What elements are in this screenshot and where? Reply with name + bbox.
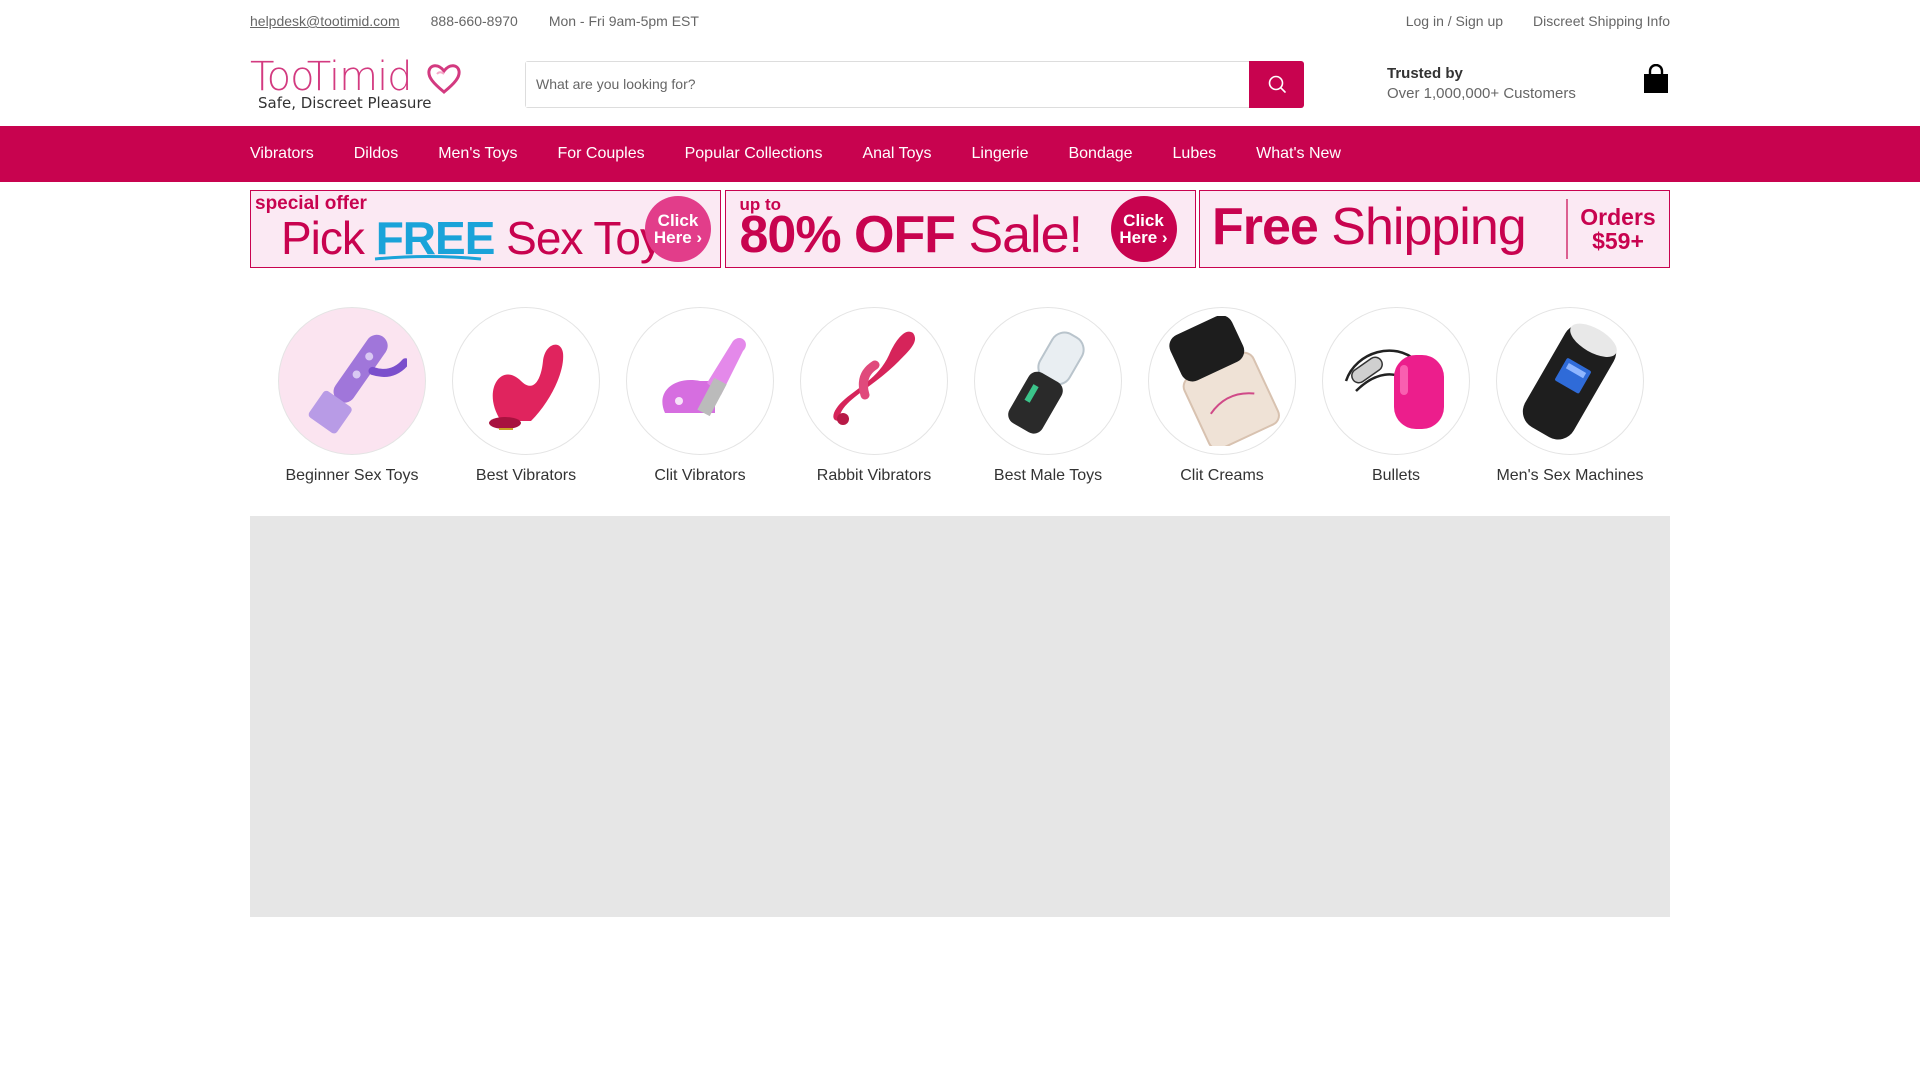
search-bar	[525, 60, 1304, 108]
category-beginner-sex-toys[interactable]: Beginner Sex Toys	[278, 307, 426, 487]
shopping-bag-icon	[1644, 63, 1668, 93]
promo-sale-click-here[interactable]: Click Here ›	[1110, 196, 1177, 262]
phone-link[interactable]: 888-660-8970	[431, 13, 518, 29]
promo-shipping-word: Shipping	[1317, 198, 1526, 256]
site-logo[interactable]: TooTimid Safe, Discreet Pleasure	[250, 54, 465, 114]
cart-button[interactable]	[1642, 63, 1670, 99]
promo-banners: special offer Pick FREE Sex Toy Click He…	[250, 190, 1670, 268]
purple-clit-vibrator-image	[662, 338, 746, 417]
promo-free-shipping-banner[interactable]: Free Shipping Orders $59+	[1199, 190, 1670, 268]
category-best-vibrators[interactable]: Best Vibrators	[452, 307, 600, 487]
category-label: Beginner Sex Toys	[285, 467, 419, 484]
category-image-circle[interactable]	[1496, 307, 1644, 455]
category-label: Men's Sex Machines	[1496, 467, 1644, 484]
purple-rabbit-vibrator-image	[308, 334, 407, 434]
login-link[interactable]: Log in / Sign up	[1406, 13, 1503, 29]
trust-line-1: Trusted by	[1387, 65, 1463, 82]
trust-line-2: Over 1,000,000+ Customers	[1387, 85, 1576, 102]
category-label: Clit Creams	[1180, 467, 1264, 484]
category-bullets[interactable]: Bullets	[1322, 307, 1470, 487]
pink-suction-vibrator-image	[489, 344, 564, 430]
search-icon	[1268, 75, 1286, 93]
category-clit-vibrators[interactable]: Clit Vibrators	[626, 307, 774, 487]
category-carousel: Beginner Sex Toys Best Vibrators Clit Vi…	[278, 307, 1670, 487]
heart-icon	[427, 64, 461, 94]
category-image-circle[interactable]	[278, 307, 426, 455]
cream-jar-image	[1169, 316, 1280, 446]
nav-item-mens-toys[interactable]: Men's Toys	[438, 145, 517, 163]
promo-shipping-threshold: Orders $59+	[1580, 204, 1656, 254]
category-label: Rabbit Vibrators	[816, 467, 932, 484]
shipping-info-link[interactable]: Discreet Shipping Info	[1533, 13, 1670, 29]
nav-item-anal-toys[interactable]: Anal Toys	[862, 145, 931, 163]
pink-bullet-image	[1344, 349, 1444, 429]
category-label: Bullets	[1371, 467, 1421, 484]
nav-item-lubes[interactable]: Lubes	[1173, 145, 1217, 163]
utility-bar: helpdesk@tootimid.com 888-660-8970 Mon -…	[250, 0, 1670, 42]
search-button[interactable]	[1249, 60, 1304, 108]
nav-item-lingerie[interactable]: Lingerie	[972, 145, 1029, 163]
main-content: special offer Pick FREE Sex Toy Click He…	[250, 190, 1670, 917]
category-label: Best Vibrators	[475, 467, 577, 484]
promo-shipping-headline: Free Shipping	[1212, 197, 1527, 257]
category-label: Best Male Toys	[993, 467, 1103, 484]
pink-rabbit-vibrator-image	[833, 331, 916, 425]
email-link[interactable]: helpdesk@tootimid.com	[250, 13, 400, 29]
promo-sale-banner[interactable]: up to 80% OFF Sale! Click Here ›	[724, 190, 1196, 268]
promo-shipping-free-word: Free	[1212, 198, 1319, 256]
business-hours: Mon - Fri 9am-5pm EST	[548, 13, 699, 29]
masturbator-cup-image	[1522, 323, 1617, 440]
category-image-circle[interactable]	[800, 307, 948, 455]
category-best-male-toys[interactable]: Best Male Toys	[974, 307, 1122, 487]
utility-left: helpdesk@tootimid.com 888-660-8970 Mon -…	[250, 13, 730, 29]
male-stroker-image	[1008, 331, 1085, 434]
trust-badge: Trusted by Over 1,000,000+ Customers	[1387, 64, 1617, 104]
promo-free-toy-pre: Pick	[281, 212, 376, 264]
category-image-circle[interactable]	[452, 307, 600, 455]
promo-free-toy-post: Sex Toy	[494, 212, 663, 264]
promo-sale-word: Sale!	[955, 206, 1083, 264]
nav-list: Vibrators Dildos Men's Toys For Couples …	[250, 126, 1670, 182]
utility-right: Log in / Sign up Discreet Shipping Info	[1376, 13, 1670, 29]
nav-item-whats-new[interactable]: What's New	[1256, 145, 1341, 163]
category-mens-sex-machines[interactable]: Men's Sex Machines	[1496, 307, 1644, 487]
logo-tagline: Safe, Discreet Pleasure	[258, 94, 432, 112]
nav-item-dildos[interactable]: Dildos	[354, 145, 398, 163]
main-nav: Vibrators Dildos Men's Toys For Couples …	[0, 126, 1920, 182]
category-image-circle[interactable]	[1322, 307, 1470, 455]
promo-sale-headline: 80% OFF Sale!	[739, 205, 1083, 265]
hero-banner-placeholder	[250, 516, 1670, 917]
site-header: TooTimid Safe, Discreet Pleasure Trusted…	[250, 42, 1670, 126]
category-image-circle[interactable]	[626, 307, 774, 455]
search-input[interactable]	[526, 61, 1249, 107]
promo-sale-percent: 80% OFF	[739, 206, 956, 264]
category-image-circle[interactable]	[974, 307, 1122, 455]
promo-free-toy-click-here[interactable]: Click Here ›	[645, 196, 711, 262]
nav-inner: Vibrators Dildos Men's Toys For Couples …	[250, 126, 1670, 182]
nav-item-for-couples[interactable]: For Couples	[557, 145, 644, 163]
category-label: Clit Vibrators	[654, 467, 746, 484]
category-rabbit-vibrators[interactable]: Rabbit Vibrators	[800, 307, 948, 487]
nav-item-vibrators[interactable]: Vibrators	[250, 145, 314, 163]
category-clit-creams[interactable]: Clit Creams	[1148, 307, 1296, 487]
free-underline-decoration	[374, 255, 482, 261]
nav-item-popular-collections[interactable]: Popular Collections	[685, 145, 823, 163]
utility-bar-wrap: helpdesk@tootimid.com 888-660-8970 Mon -…	[250, 0, 1670, 126]
promo-free-toy-banner[interactable]: special offer Pick FREE Sex Toy Click He…	[250, 190, 721, 268]
category-image-circle[interactable]	[1148, 307, 1296, 455]
promo-shipping-divider	[1566, 199, 1568, 259]
nav-item-bondage[interactable]: Bondage	[1068, 145, 1132, 163]
